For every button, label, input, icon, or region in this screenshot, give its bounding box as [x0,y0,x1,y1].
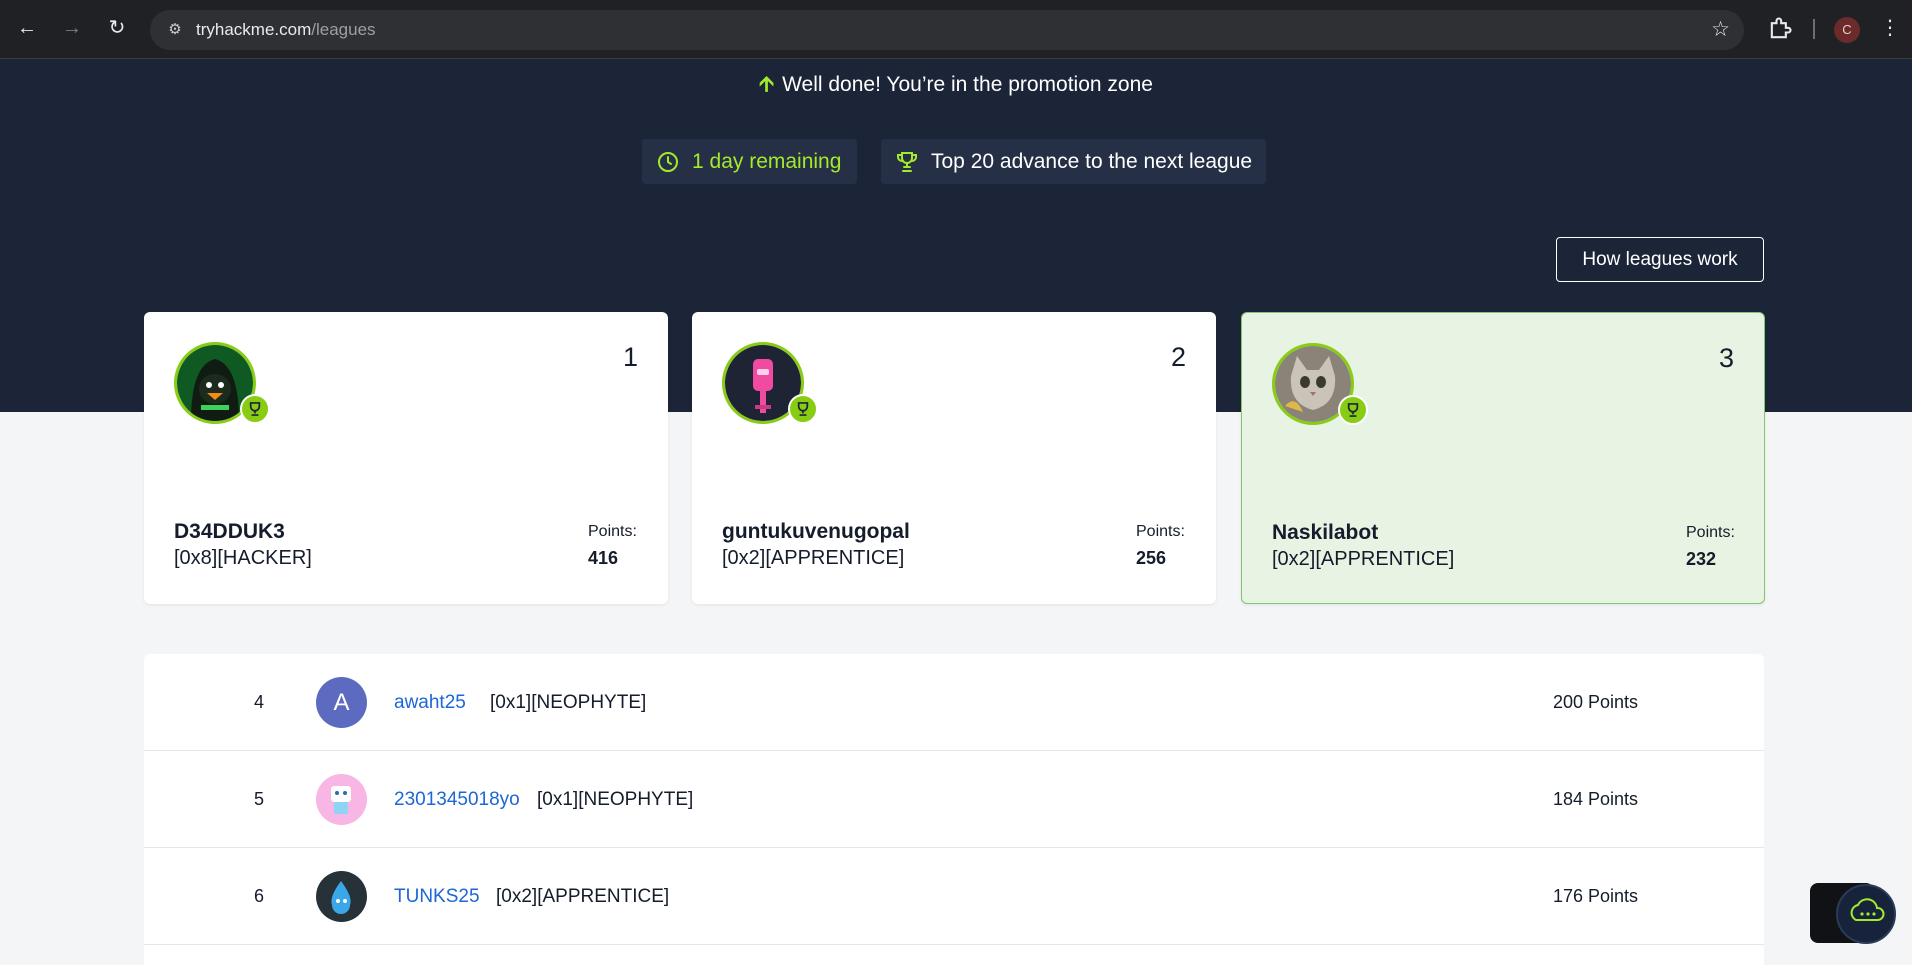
address-bar[interactable]: ⚙ tryhackme.com/leagues ☆ [150,10,1744,50]
advance-info-badge: Top 20 advance to the next league [881,139,1266,184]
points-value: 256 [1136,548,1167,568]
row-user-title: [0x1][NEOPHYTE] [490,692,647,713]
points-value: 232 [1686,549,1717,569]
extensions-puzzle-icon[interactable] [1766,15,1794,43]
podium-rank: 1 [622,342,638,372]
points-value: 416 [588,548,619,568]
url-text[interactable]: tryhackme.com/leagues [196,20,376,40]
row-username-link[interactable]: 2301345018yo [394,789,520,811]
podium-user-title: [0x2][APPRENTICE] [722,547,905,569]
reload-icon[interactable]: ↻ [104,15,130,41]
row-username-link[interactable]: awaht25 [394,692,466,714]
forward-arrow-icon[interactable]: → [59,15,85,41]
podium-card-1[interactable]: 1 D34DDUK3 [0x8][HACKER] Points: 416 [144,312,668,604]
time-remaining-badge: 1 day remaining [642,139,857,184]
table-row[interactable]: 4 A awaht25 [0x1][NEOPHYTE] 200 Points [144,654,1764,751]
row-rank: 6 [253,886,264,906]
bookmark-star-icon[interactable]: ☆ [1711,17,1730,42]
chat-cloud-icon [1850,898,1885,921]
trophy-icon [897,152,917,172]
podium-username[interactable]: guntukuvenugopal [722,520,910,544]
back-arrow-icon[interactable]: ← [14,15,40,41]
time-remaining-text: 1 day remaining [692,150,842,173]
how-leagues-work-button[interactable]: How leagues work [1556,237,1764,282]
advance-info-text: Top 20 advance to the next league [931,150,1253,173]
row-rank: 5 [253,789,264,809]
trophy-badge-icon [788,394,818,424]
row-points: 176 Points [1552,886,1638,906]
robot-sticker-avatar [316,774,367,825]
podium-rank: 2 [1170,342,1186,372]
clock-icon [658,152,678,172]
trophy-badge-icon [1338,395,1368,425]
trophy-badge-icon [240,394,270,424]
row-points: 184 Points [1552,789,1638,809]
points-label: Points: [1136,523,1185,540]
promotion-message: 🡩 Well done! You’re in the promotion zone [759,73,1153,96]
row-username-link[interactable]: TUNKS25 [394,886,480,908]
profile-avatar[interactable]: C [1834,17,1860,43]
points-label: Points: [1686,524,1735,541]
up-arrow-icon: 🡩 [759,73,775,96]
row-user-title: [0x1][NEOPHYTE] [537,789,694,810]
podium-username[interactable]: Naskilabot [1272,521,1378,545]
row-points: 200 Points [1552,692,1638,712]
browser-menu-icon[interactable]: ⋮ [1880,14,1900,42]
podium-rank: 3 [1718,343,1734,373]
podium-user-title: [0x8][HACKER] [174,547,312,569]
letter-avatar: A [316,677,367,728]
blue-drop-avatar [316,871,367,922]
leaderboard-table: 4 A awaht25 [0x1][NEOPHYTE] 200 Points 5… [144,654,1764,965]
podium-card-2[interactable]: 2 guntukuvenugopal [0x2][APPRENTICE] Poi… [692,312,1216,604]
row-rank: 4 [253,692,264,712]
table-row[interactable]: 6 TUNKS25 [0x2][APPRENTICE] 176 Points [144,848,1764,945]
browser-toolbar: ← → ↻ ⚙ tryhackme.com/leagues ☆ C ⋮ [0,0,1912,59]
podium-user-title: [0x2][APPRENTICE] [1272,548,1455,570]
podium-username[interactable]: D34DDUK3 [174,520,285,544]
site-settings-icon[interactable]: ⚙ [164,19,186,41]
podium-card-3[interactable]: 3 Naskilabot [0x2][APPRENTICE] Points: 2… [1241,312,1765,604]
chat-support-button[interactable] [1836,884,1896,944]
points-label: Points: [588,523,637,540]
row-user-title: [0x2][APPRENTICE] [496,886,670,907]
table-row[interactable]: 5 2301345018yo [0x1][NEOPHYTE] 184 Point… [144,751,1764,848]
toolbar-divider [1813,19,1815,39]
